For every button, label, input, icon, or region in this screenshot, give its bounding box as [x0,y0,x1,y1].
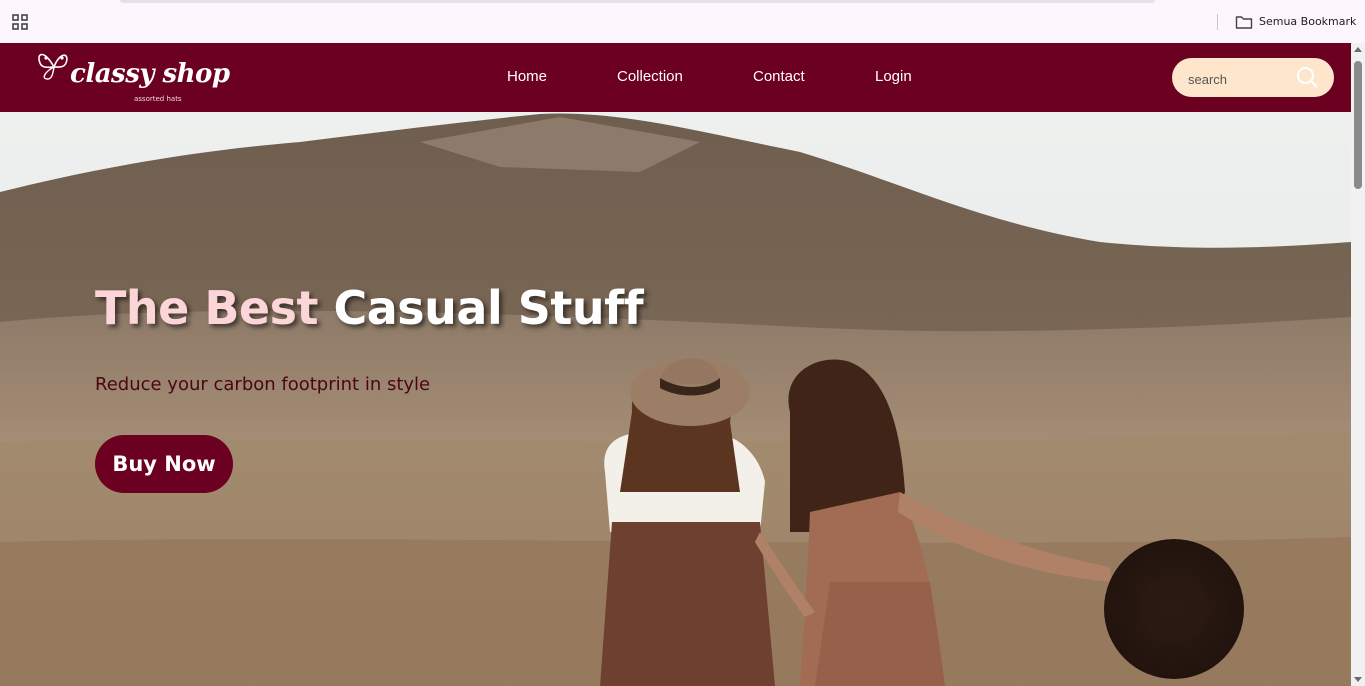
all-bookmarks-link[interactable]: Semua Bookmark [1259,14,1356,30]
bookmarks-bar: Semua Bookmark [0,0,1365,43]
nav-login[interactable]: Login [875,67,912,87]
hero-title: The Best Casual Stuff [95,280,644,336]
site-header: classy shop assorted hats Home Collectio… [0,43,1351,112]
search-input[interactable] [1184,68,1294,90]
scroll-thumb[interactable] [1354,61,1362,189]
bookmarks-divider [1217,14,1218,30]
search-box [1172,58,1334,97]
scroll-up-arrow-icon[interactable] [1354,47,1362,52]
search-icon[interactable] [1296,66,1318,88]
hero-title-rest: Casual Stuff [333,281,644,335]
hero-section: The Best Casual Stuff Reduce your carbon… [0,112,1351,686]
hero-background-image [0,112,1351,686]
page-scrollbar[interactable] [1351,43,1365,686]
nav-collection[interactable]: Collection [617,67,683,87]
apps-grid-icon[interactable] [12,14,28,30]
logo-text: classy shop [70,59,230,89]
folder-icon[interactable] [1235,14,1253,30]
buy-now-button[interactable]: Buy Now [95,435,233,493]
hero-subtitle: Reduce your carbon footprint in style [95,374,431,395]
logo-tagline: assorted hats [134,95,182,103]
hero-title-accent: The Best [95,281,318,335]
nav-contact[interactable]: Contact [753,67,805,87]
nav-home[interactable]: Home [507,67,547,87]
logo[interactable]: classy shop assorted hats [34,43,230,112]
scroll-down-arrow-icon[interactable] [1354,677,1362,682]
butterfly-icon [38,53,68,80]
omnibox-edge [120,0,1155,3]
page-viewport: classy shop assorted hats Home Collectio… [0,43,1351,686]
